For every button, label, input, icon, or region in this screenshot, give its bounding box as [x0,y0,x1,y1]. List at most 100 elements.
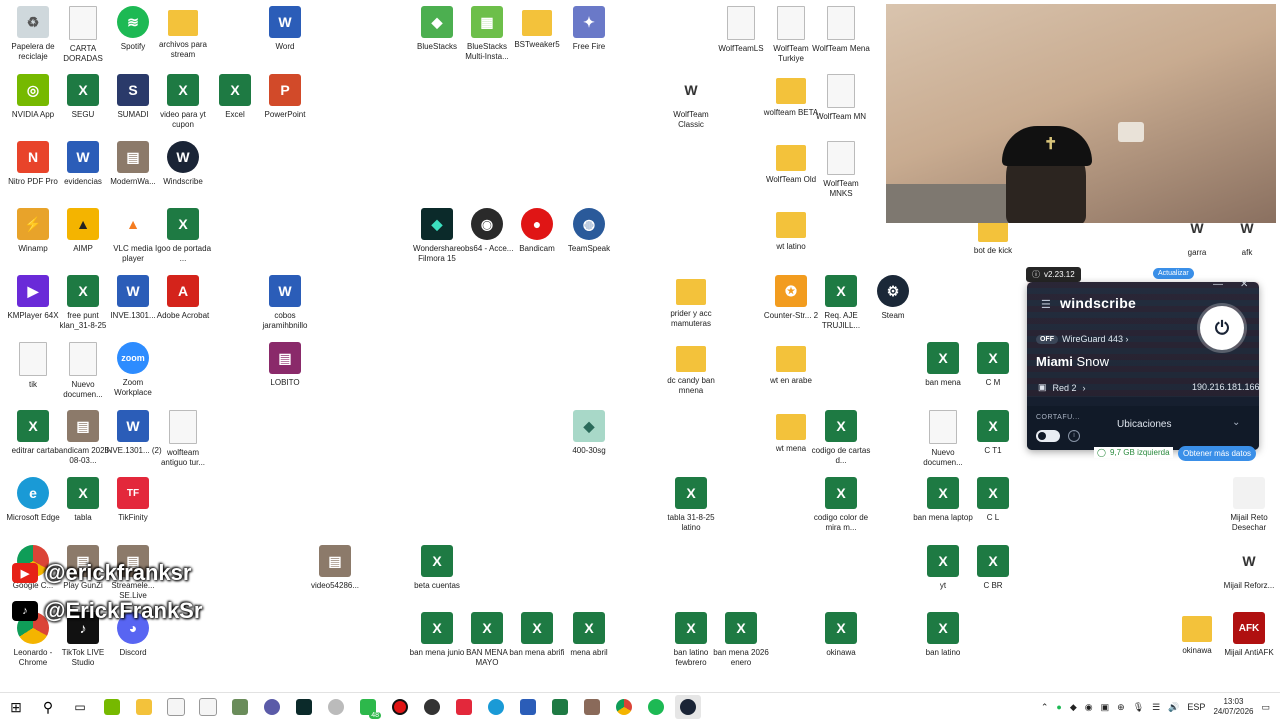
desktop-icon-ban-mena-abril[interactable]: Xban mena abrifi [508,612,566,658]
taskbar-doc1[interactable] [163,695,189,719]
record-icon [392,699,408,715]
microphone-icon[interactable]: 🎙 [1133,702,1144,713]
network-icon[interactable]: ☰ [1152,702,1160,713]
notifications-icon[interactable]: ▭ [1261,702,1270,713]
desktop-icon-archivos-stream[interactable]: archivos para stream [154,6,212,60]
firewall-toggle[interactable] [1036,430,1060,442]
taskbar-word[interactable] [515,695,541,719]
desktop-icon-tabla-latino[interactable]: Xtabla 31-8-25 latino [662,477,720,533]
desktop-icon-wolfteam-mnks[interactable]: WolfTeam MNKS [812,141,870,199]
get-more-data-button[interactable]: Obtener más datos [1178,446,1257,461]
taskbar-nvidia[interactable] [99,695,125,719]
desktop-icon-windscribe[interactable]: W Windscribe [154,141,212,187]
task-view-button[interactable]: ▭ [67,695,93,719]
taskbar-app1[interactable] [227,695,253,719]
desktop-icon-wolfteam-mn[interactable]: WolfTeam MN [812,74,870,122]
desktop-icon-bstweaker[interactable]: BSTweaker5 [508,6,566,50]
clock[interactable]: 13:03 24/07/2026 [1213,697,1253,717]
volume-icon[interactable]: 🔊 [1168,702,1179,713]
language-indicator[interactable]: ESP [1187,702,1205,712]
taskbar-tikfinity[interactable] [451,695,477,719]
desktop-icon-cbr[interactable]: X C BR [964,545,1022,591]
desktop-icon-steam[interactable]: ⚙ Steam [864,275,922,321]
desktop-icon-ct1[interactable]: X C T1 [964,410,1022,456]
desktop-icon-mena-abril[interactable]: Xmena abril [560,612,618,658]
taskbar-edge[interactable] [483,695,509,719]
taskbar-spotify[interactable] [643,695,669,719]
desktop-icon-wt-latino[interactable]: wt latino [762,208,820,252]
taskbar-chrome[interactable] [611,695,637,719]
desktop-icon-teamspeak[interactable]: ◍ TeamSpeak [560,208,618,254]
desktop-icon-okinawa-xls[interactable]: Xokinawa [812,612,870,658]
close-icon[interactable]: ✕ [1240,279,1248,290]
desktop-icon-free-fire[interactable]: ✦ Free Fire [560,6,618,52]
tray-spotify-icon[interactable]: ● [1056,702,1061,712]
desktop-icon-tikfinity[interactable]: TF TikFinity [104,477,162,523]
desktop-icon-cl[interactable]: X C L [964,477,1022,523]
tray-app-icon[interactable]: ◆ [1070,702,1077,713]
chevron-up-icon[interactable]: ⌃ [1041,702,1049,713]
start-button[interactable]: ⊞ [3,695,29,719]
menu-icon[interactable]: ☰ [1041,298,1051,311]
desktop-icon-mijail-reforz[interactable]: W Mijail Reforz... [1220,545,1278,591]
desktop-icon-powerpoint[interactable]: P PowerPoint [256,74,314,120]
windows-icon: ⊞ [10,698,22,715]
power-button[interactable]: ⏻ [1200,306,1244,350]
taskbar-excel[interactable] [547,695,573,719]
desktop-icon-label: Steam [881,311,905,320]
xls-icon: X [927,612,959,644]
taskbar-filmora[interactable] [291,695,317,719]
tray-app-icon[interactable]: ▣ [1101,702,1110,713]
desktop-icon-igoo-portada[interactable]: X Igoo de portada ... [154,208,212,264]
desktop-icon-400-30sg[interactable]: ◆ 400-30sg [560,410,618,456]
taskbar-app4[interactable]: 48 [355,695,381,719]
taskbar-app5[interactable] [579,695,605,719]
desktop-icon-bandicam[interactable]: ● Bandicam [508,208,566,254]
taskbar-obs[interactable] [419,695,445,719]
search-button[interactable]: ⚲ [35,695,61,719]
desktop-icon-wolfteam-mena[interactable]: WolfTeam Mena [812,6,870,54]
desktop-icon-video54286[interactable]: ▤ video54286... [306,545,364,591]
desktop-icon-prider[interactable]: prider y acc mamuteras [662,275,720,329]
desktop-icon-dc-candy[interactable]: dc candy ban mnena [662,342,720,396]
taskbar-app2[interactable] [259,695,285,719]
desktop-icon-ban-latino[interactable]: Xban latino [914,612,972,658]
desktop-icon-video-yt-cupon[interactable]: Xvideo para yt cupon [154,74,212,130]
desktop-icon-okinawa-folder[interactable]: okinawa [1168,612,1226,656]
taskbar-windscribe[interactable] [675,695,701,719]
firewall-info-icon[interactable]: i [1068,430,1080,442]
desktop-icon-adobe[interactable]: A Adobe Acrobat [154,275,212,321]
desktop-icon-mijail-antiafk[interactable]: AFK Mijail AntiAFK [1220,612,1278,658]
desktop-icon-beta-cuentas[interactable]: Xbeta cuentas [408,545,466,591]
desktop-icon-codigo-color[interactable]: Xcodigo color de mira m... [812,477,870,533]
desktop-icon-req-aje[interactable]: X Req. AJE TRUJILL... [812,275,870,331]
desktop-icon-lobito[interactable]: ▤ LOBITO [256,342,314,388]
desktop-icon-wolfteam-antiguo[interactable]: wolfteam antiguo tur... [154,410,212,468]
desktop-icon-codigo-cartas[interactable]: Xcodigo de cartas d... [812,410,870,466]
desktop-icon-wt-arabe[interactable]: wt en arabe [762,342,820,386]
desktop-icon-ban-mena-2026[interactable]: Xban mena 2026 enero [712,612,770,668]
desktop-icon-wolfteam-classic[interactable]: W WolfTeam Classic [662,74,720,130]
desktop-icon-cm[interactable]: X C M [964,342,1022,388]
aimp-icon: ▲ [67,208,99,240]
desktop-icon-word[interactable]: W Word [256,6,314,52]
tray-app-icon[interactable]: ◉ [1085,702,1093,713]
update-button[interactable]: Actualizar [1153,268,1194,279]
desktop-icon-mijail-reto[interactable]: Mijail Reto Desechar [1220,477,1278,533]
tray-app-icon[interactable]: ⊕ [1117,702,1125,713]
windscribe-icon: W [167,141,199,173]
folder-icon [522,10,552,36]
excel-icon [552,699,568,715]
taskbar-bandicam[interactable] [387,695,413,719]
protocol-selector[interactable]: WireGuard 443 › [1062,334,1129,344]
taskbar-doc2[interactable] [195,695,221,719]
xls-icon: X [421,545,453,577]
desktop-icon-zoom[interactable]: zoom Zoom Workplace [104,342,162,398]
taskbar-explorer[interactable] [131,695,157,719]
chevron-down-icon[interactable]: ⌄ [1232,417,1240,428]
network-selector[interactable]: ▣ Red 2 › [1038,382,1086,393]
desktop-icon-cobos[interactable]: Wcobos jaramihbnillo [256,275,314,331]
minimize-icon[interactable]: — [1213,279,1223,290]
taskbar-app3[interactable] [323,695,349,719]
locations-button[interactable]: Ubicaciones [1117,419,1171,430]
